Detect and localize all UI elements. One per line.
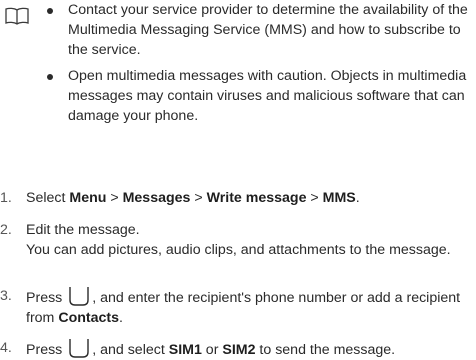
sim2-label: SIM2: [222, 342, 256, 358]
messages-label: Messages: [122, 190, 191, 206]
separator: >: [306, 190, 323, 206]
bullet: [47, 74, 53, 80]
step-text: , and select: [92, 342, 169, 358]
step-text: Edit the message.: [26, 222, 140, 238]
contacts-label: Contacts: [58, 310, 120, 326]
softkey-icon: [69, 339, 89, 358]
softkey-icon: [69, 287, 89, 306]
step-text: .: [355, 190, 360, 206]
step-number: 4.: [0, 340, 12, 356]
step-text: or: [201, 342, 223, 358]
separator: >: [190, 190, 207, 206]
sim1-label: SIM1: [168, 342, 202, 358]
step-2: 2. Edit the message. You can add picture…: [0, 220, 476, 286]
step-number: 1.: [0, 190, 12, 206]
menu-label: Menu: [69, 190, 107, 206]
bullet: [47, 8, 53, 14]
note-item: Contact your service provider to determi…: [42, 0, 474, 60]
step-text: Select: [26, 190, 70, 206]
step-text: Press: [26, 290, 67, 306]
step-1: 1. Select Menu > Messages > Write messag…: [0, 188, 476, 220]
separator: >: [106, 190, 123, 206]
write-message-label: Write message: [206, 190, 307, 206]
note-list: Contact your service provider to determi…: [42, 0, 474, 132]
step-number: 3.: [0, 288, 12, 304]
note-item: Open multimedia messages with caution. O…: [42, 66, 474, 126]
book-icon: [5, 7, 29, 25]
step-number: 2.: [0, 222, 12, 238]
note-text: Open multimedia messages with caution. O…: [68, 68, 467, 124]
note-text: Contact your service provider to determi…: [68, 2, 468, 58]
step-detail: You can add pictures, audio clips, and a…: [26, 242, 451, 258]
step-3: 3. Press , and enter the recipient's pho…: [0, 286, 476, 338]
step-text: Press: [26, 342, 67, 358]
steps-list: 1. Select Menu > Messages > Write messag…: [0, 188, 476, 360]
step-text: .: [119, 310, 123, 326]
step-text: to send the message.: [255, 342, 396, 358]
mms-label: MMS: [322, 190, 356, 206]
